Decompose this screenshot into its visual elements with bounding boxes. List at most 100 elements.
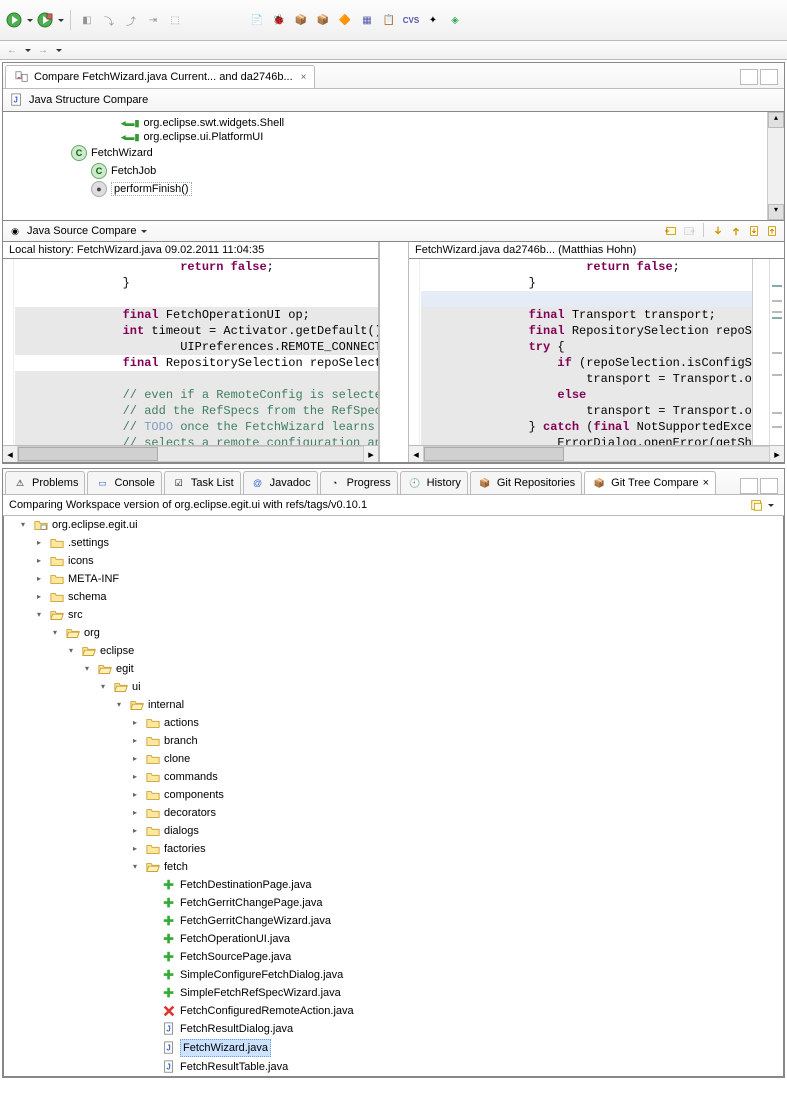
- twisty-icon[interactable]: [128, 788, 142, 802]
- tree-item[interactable]: icons: [4, 552, 783, 570]
- twisty-icon[interactable]: [112, 698, 126, 712]
- tree-item[interactable]: decorators: [4, 804, 783, 822]
- minimize-icon[interactable]: [740, 478, 758, 494]
- close-icon[interactable]: ×: [301, 72, 307, 83]
- git-icon[interactable]: 📦: [291, 10, 311, 30]
- next-diff-icon[interactable]: [710, 223, 726, 239]
- twisty-icon[interactable]: [80, 662, 94, 676]
- cvs-icon[interactable]: CVS: [401, 10, 421, 30]
- twisty-icon[interactable]: [48, 626, 62, 640]
- tree-item[interactable]: fetch: [4, 858, 783, 876]
- maximize-icon[interactable]: [760, 478, 778, 494]
- twisty-icon[interactable]: [16, 518, 30, 532]
- tab-compare-fetchwizard[interactable]: Compare FetchWizard.java Current... and …: [5, 65, 315, 88]
- twisty-icon[interactable]: [128, 824, 142, 838]
- tree-item[interactable]: schema: [4, 588, 783, 606]
- struct-item[interactable]: FetchJob: [7, 162, 766, 180]
- tool-icon-4[interactable]: ⇥: [143, 10, 163, 30]
- tree-item[interactable]: FetchResultTable.java: [4, 1058, 783, 1076]
- copy-left-icon[interactable]: [663, 223, 679, 239]
- tree-item[interactable]: SimpleFetchRefSpecWizard.java: [4, 984, 783, 1002]
- prev-diff-icon[interactable]: [728, 223, 744, 239]
- tree-item[interactable]: components: [4, 786, 783, 804]
- scrollbar-vertical[interactable]: ▴ ▾: [767, 112, 784, 220]
- copy-icon[interactable]: 📋: [379, 10, 399, 30]
- minimize-icon[interactable]: [740, 69, 758, 85]
- copy-right-icon[interactable]: [681, 223, 697, 239]
- tree-item[interactable]: org.eclipse.egit.ui: [4, 516, 783, 534]
- bug-icon[interactable]: 🐞: [269, 10, 289, 30]
- twisty-icon[interactable]: [32, 554, 46, 568]
- twisty-icon[interactable]: [32, 590, 46, 604]
- struct-item[interactable]: ◂▬▮org.eclipse.ui.PlatformUI: [7, 130, 766, 144]
- scroll-down-icon[interactable]: ▾: [768, 204, 784, 220]
- twisty-icon[interactable]: [32, 572, 46, 586]
- tool-icon-1[interactable]: ◧: [77, 10, 97, 30]
- overview-ruler[interactable]: [769, 259, 784, 445]
- struct-item[interactable]: ◂▬▮org.eclipse.swt.widgets.Shell: [7, 116, 766, 130]
- tree-item[interactable]: src: [4, 606, 783, 624]
- tab-history[interactable]: 🕘History: [400, 471, 468, 494]
- tree-item[interactable]: FetchWizard.java: [4, 1038, 783, 1058]
- right-hscroll[interactable]: ◂▸: [409, 445, 784, 462]
- twisty-icon[interactable]: [128, 806, 142, 820]
- tab-javadoc[interactable]: @Javadoc: [243, 471, 318, 494]
- right-code[interactable]: return false; } final Transport transpor…: [409, 259, 752, 445]
- run-external-button[interactable]: [35, 10, 55, 30]
- outline-icon[interactable]: ✦: [423, 10, 443, 30]
- view-menu-icon[interactable]: [767, 497, 774, 513]
- yellow-icon[interactable]: 🔶: [335, 10, 355, 30]
- tree-item[interactable]: FetchDestinationPage.java: [4, 876, 783, 894]
- tool-icon-5[interactable]: ⬚: [165, 10, 185, 30]
- tree-item[interactable]: internal: [4, 696, 783, 714]
- next-change-icon[interactable]: [746, 223, 762, 239]
- tree-item[interactable]: FetchOperationUI.java: [4, 930, 783, 948]
- tool-icon-3[interactable]: ⤴: [121, 10, 141, 30]
- tree-item[interactable]: eclipse: [4, 642, 783, 660]
- back-icon[interactable]: ←: [4, 42, 20, 58]
- grid-icon[interactable]: ▦: [357, 10, 377, 30]
- twisty-icon[interactable]: [128, 860, 142, 874]
- new-icon[interactable]: 📄: [247, 10, 267, 30]
- twisty-icon[interactable]: [128, 716, 142, 730]
- twisty-icon[interactable]: [64, 644, 78, 658]
- struct-item[interactable]: ●performFinish(): [7, 180, 766, 198]
- tree-item[interactable]: factories: [4, 840, 783, 858]
- run-external-dropdown[interactable]: [57, 12, 64, 28]
- struct-item[interactable]: FetchWizard: [7, 144, 766, 162]
- tree-item[interactable]: org: [4, 624, 783, 642]
- structure-tree[interactable]: ◂▬▮org.eclipse.swt.widgets.Shell◂▬▮org.e…: [3, 112, 784, 220]
- tree-item[interactable]: FetchResultDialog.java: [4, 1020, 783, 1038]
- prev-change-icon[interactable]: [764, 223, 780, 239]
- twisty-icon[interactable]: [128, 842, 142, 856]
- twisty-icon[interactable]: [128, 752, 142, 766]
- tool-icon-2[interactable]: ⤵: [99, 10, 119, 30]
- twisty-icon[interactable]: [96, 680, 110, 694]
- tree-item[interactable]: dialogs: [4, 822, 783, 840]
- git-icon-2[interactable]: 📦: [313, 10, 333, 30]
- tab-tasklist[interactable]: ☑Task List: [164, 471, 241, 494]
- tab-console[interactable]: ▭Console: [87, 471, 161, 494]
- tab-git-tree-compare[interactable]: 📦Git Tree Compare×: [584, 471, 716, 494]
- twisty-icon[interactable]: [128, 770, 142, 784]
- tree-item[interactable]: clone: [4, 750, 783, 768]
- tree-item[interactable]: META-INF: [4, 570, 783, 588]
- tree-item[interactable]: actions: [4, 714, 783, 732]
- tree-item[interactable]: branch: [4, 732, 783, 750]
- tab-git-repos[interactable]: 📦Git Repositories: [470, 471, 582, 494]
- tree-item[interactable]: FetchGerritChangeWizard.java: [4, 912, 783, 930]
- forward-icon[interactable]: →: [35, 42, 51, 58]
- left-code[interactable]: return false; } final FetchOperationUI o…: [3, 259, 378, 445]
- run-dropdown[interactable]: [26, 12, 33, 28]
- tree-item[interactable]: ui: [4, 678, 783, 696]
- source-dropdown[interactable]: [140, 223, 147, 239]
- left-hscroll[interactable]: ◂▸: [3, 445, 378, 462]
- close-icon[interactable]: ×: [703, 477, 709, 489]
- maximize-icon[interactable]: [760, 69, 778, 85]
- tree-item[interactable]: commands: [4, 768, 783, 786]
- tag-icon[interactable]: ◈: [445, 10, 465, 30]
- vscroll[interactable]: [752, 259, 769, 445]
- tab-progress[interactable]: ◔Progress: [320, 471, 398, 494]
- back-dropdown[interactable]: [24, 42, 31, 58]
- twisty-icon[interactable]: [32, 536, 46, 550]
